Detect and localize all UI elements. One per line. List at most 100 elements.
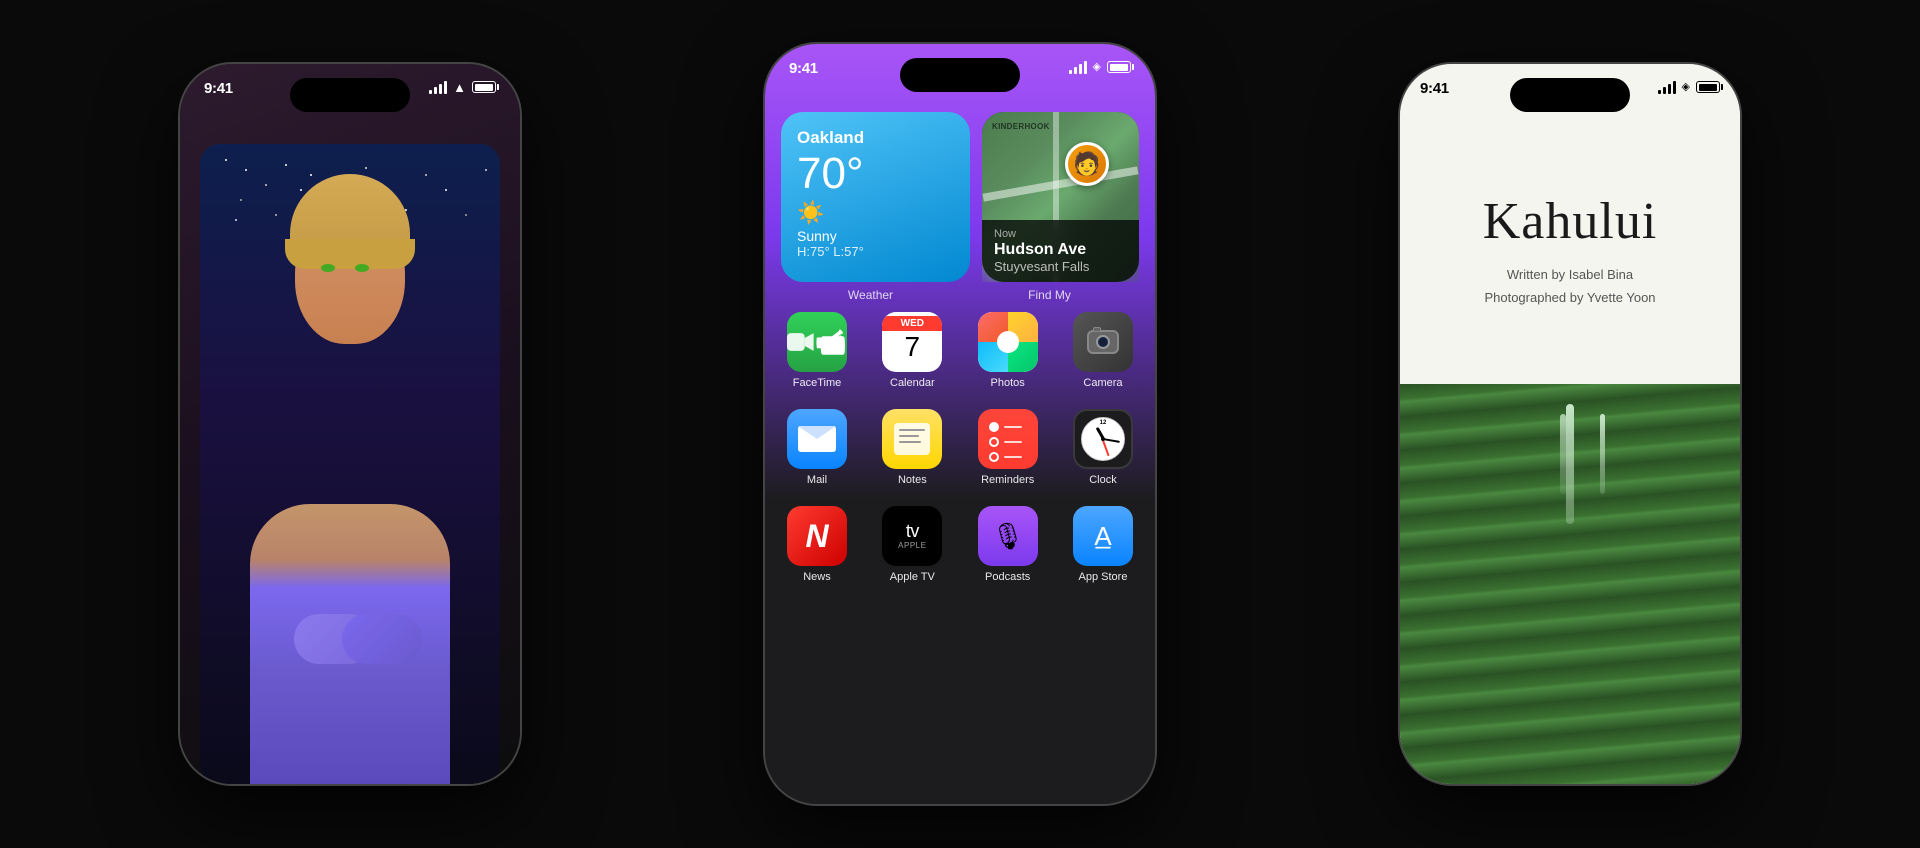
wifi-icon: ▲ (453, 81, 466, 94)
photographed-by: Photographed by Yvette Yoon (1484, 290, 1655, 305)
right-time: 9:41 (1420, 80, 1449, 97)
app-appstore[interactable]: A̲ App Store (1067, 506, 1139, 583)
podcasts-label: Podcasts (985, 571, 1030, 583)
reminder-dot (989, 452, 999, 462)
app-row-1: FaceTime WED 7 Calendar (781, 312, 1139, 389)
center-dynamic-island (900, 58, 1020, 92)
app-news[interactable]: N News (781, 506, 853, 583)
weather-condition: Sunny (797, 228, 954, 244)
notes-label: Notes (898, 474, 927, 486)
camera-lens (1096, 335, 1110, 349)
findmy-city: Stuyvesant Falls (994, 259, 1127, 274)
weather-label: Weather (781, 288, 960, 302)
appletv-label: Apple TV (890, 571, 935, 583)
reminder-line (1004, 426, 1022, 428)
magazine-credit: Written by Isabel Bina Photographed by Y… (1420, 263, 1720, 310)
weather-temperature: 70° (797, 152, 954, 196)
app-grid: FaceTime WED 7 Calendar (781, 312, 1139, 603)
app-mail[interactable]: Mail (781, 409, 853, 486)
center-time: 9:41 (789, 60, 818, 77)
findmy-time: Now (994, 228, 1127, 240)
reminder-item-2 (989, 437, 1027, 447)
app-podcasts[interactable]: 🎙 Podcasts (972, 506, 1044, 583)
center-phone: 9:41 ◈ (765, 44, 1155, 804)
battery-icon (1107, 61, 1131, 73)
map-label: KINDERHOOK (992, 122, 1050, 131)
note-line-2 (899, 435, 919, 437)
photos-center (997, 331, 1019, 353)
news-label: News (803, 571, 831, 583)
app-calendar[interactable]: WED 7 Calendar (876, 312, 948, 389)
map-road (982, 166, 1138, 201)
app-row-3: N News tv APPLE Apple TV (781, 506, 1139, 583)
findmy-label: Find My (960, 288, 1139, 302)
battery-icon (472, 81, 496, 93)
widgets-row: Oakland 70° ☀️ Sunny H:75° L:57° KINDERH… (781, 112, 1139, 282)
app-appletv[interactable]: tv APPLE Apple TV (876, 506, 948, 583)
left-dynamic-island (290, 78, 410, 112)
aerial-forest-image (1400, 384, 1740, 784)
app-reminders[interactable]: Reminders (972, 409, 1044, 486)
calendar-label: Calendar (890, 377, 935, 389)
right-dynamic-island (1510, 78, 1630, 112)
podcasts-icon: 🎙 (978, 506, 1038, 566)
magazine-title: Kahului (1420, 192, 1720, 251)
app-camera[interactable]: Camera (1067, 312, 1139, 389)
appstore-label: App Store (1079, 571, 1128, 583)
scene: 9:41 ▲ (0, 0, 1920, 848)
calendar-icon: WED 7 (882, 312, 942, 372)
battery-icon (1696, 81, 1720, 93)
news-n: N (805, 518, 828, 555)
note-line-1 (899, 429, 925, 431)
appletv-icon: tv APPLE (882, 506, 942, 566)
appstore-icon: A̲ (1073, 506, 1133, 566)
waterfall (1566, 404, 1574, 524)
camera-icon (1073, 312, 1133, 372)
reminders-inner (989, 420, 1027, 458)
weather-city: Oakland (797, 128, 954, 148)
wifi-icon: ◈ (1093, 62, 1101, 73)
portrait-figure (200, 144, 500, 784)
news-icon: N (787, 506, 847, 566)
photos-label: Photos (991, 377, 1025, 389)
sun-icon: ☀️ (797, 200, 954, 226)
weather-widget[interactable]: Oakland 70° ☀️ Sunny H:75° L:57° (781, 112, 970, 282)
reminders-icon (978, 409, 1038, 469)
app-clock[interactable]: 12 Clock (1067, 409, 1139, 486)
app-notes[interactable]: Notes (876, 409, 948, 486)
reminder-line (1004, 441, 1022, 443)
clock-center (1101, 437, 1105, 441)
reminder-dot (989, 422, 999, 432)
center-status-icons: ◈ (1069, 60, 1131, 74)
cal-day: 7 (905, 333, 921, 361)
left-status-icons: ▲ (429, 80, 496, 94)
findmy-widget[interactable]: KINDERHOOK 🧑 Now Hudson Ave Stuyvesant F… (982, 112, 1139, 282)
user-avatar-pin: 🧑 (1065, 142, 1109, 186)
app-facetime[interactable]: FaceTime (781, 312, 853, 389)
findmy-info: Now Hudson Ave Stuyvesant Falls (982, 220, 1139, 282)
camera-body (1087, 330, 1119, 354)
app-photos[interactable]: Photos (972, 312, 1044, 389)
left-phone: 9:41 ▲ (180, 64, 520, 784)
clock-face: 12 (1081, 417, 1125, 461)
left-screen: 9:41 ▲ (180, 64, 520, 784)
clock-label: Clock (1089, 474, 1117, 486)
mail-label: Mail (807, 474, 827, 486)
facetime-label: FaceTime (793, 377, 842, 389)
reminders-label: Reminders (981, 474, 1034, 486)
right-phone: 9:41 ◈ Kahului (1400, 64, 1740, 784)
camera-label: Camera (1083, 377, 1122, 389)
note-line-3 (899, 441, 921, 443)
clock-minute-hand (1103, 438, 1120, 443)
mail-icon (787, 409, 847, 469)
wifi-icon: ◈ (1682, 82, 1690, 93)
reminder-item-1 (989, 422, 1027, 432)
right-screen: 9:41 ◈ Kahului (1400, 64, 1740, 784)
camera-bump (1093, 327, 1101, 332)
clock-12-marker: 12 (1100, 420, 1107, 426)
portrait-artwork (200, 144, 500, 784)
findmy-street: Hudson Ave (994, 240, 1127, 259)
photos-icon (978, 312, 1038, 372)
signal-icon (1658, 80, 1676, 94)
left-time: 9:41 (204, 80, 233, 97)
